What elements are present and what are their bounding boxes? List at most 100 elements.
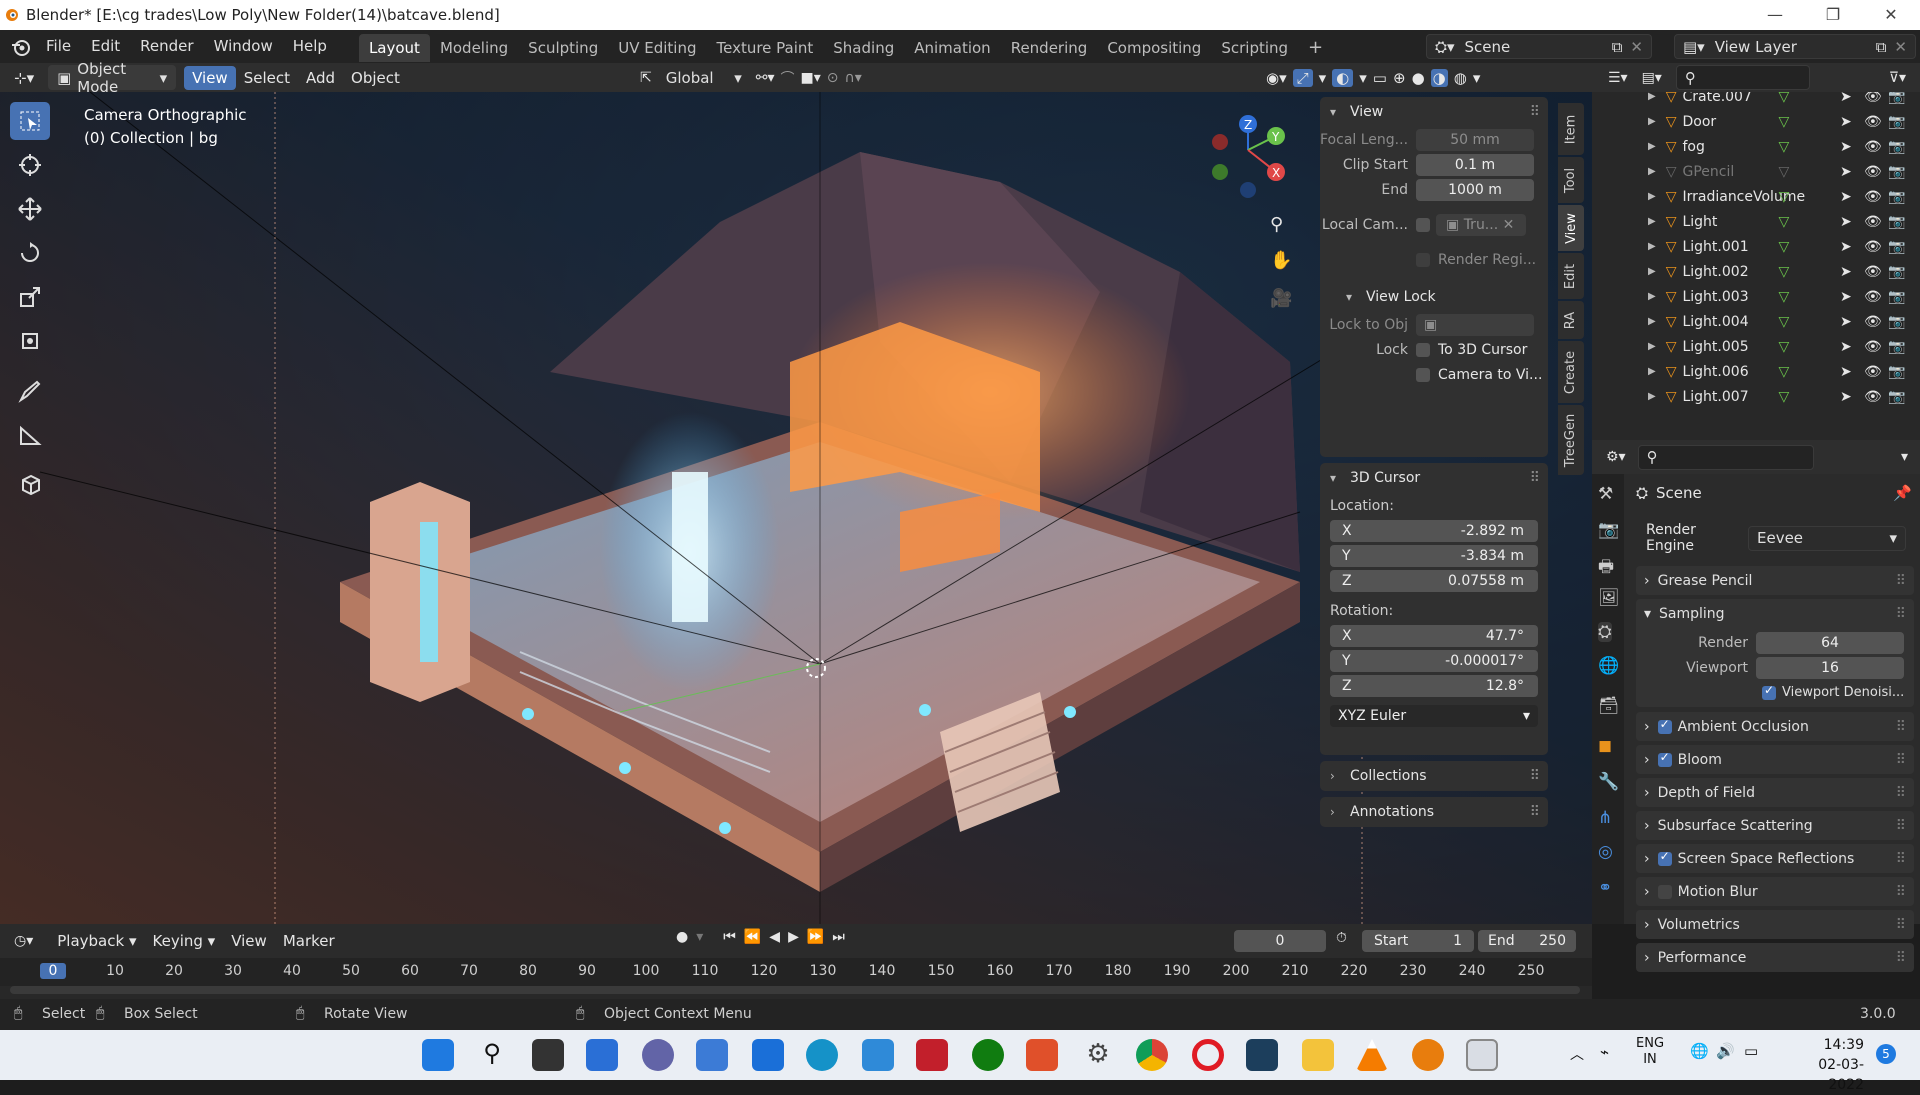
local-camera-checkbox[interactable] [1416,217,1430,232]
render-camera-icon[interactable]: 📷 [1888,339,1905,355]
maximize-button[interactable]: ❐ [1804,0,1862,30]
falloff-icon[interactable]: ∩▾ [845,70,862,86]
jump-key-forward-icon[interactable]: ⏩ [807,929,824,945]
play-reverse-icon[interactable]: ◀ [769,929,780,945]
render-camera-icon[interactable]: 📷 [1888,314,1905,330]
language-indicator[interactable]: ENG IN [1636,1036,1664,1068]
render-camera-icon[interactable]: 📷 [1888,389,1905,405]
expand-icon[interactable]: ▶ [1648,291,1656,302]
outliner-row[interactable]: ▶ ▽ Light.005 ▽ ➤ 👁 📷 [1592,334,1920,359]
outliner-row[interactable]: ▶ ▽ Light ▽ ➤ 👁 📷 [1592,209,1920,234]
section-checkbox[interactable] [1657,717,1672,734]
selectable-icon[interactable]: ➤ [1840,189,1852,205]
frame-ruler[interactable]: 0 10 20 30 40 50 60 70 80 90 100 110 120 130 140 150 160… [0,958,1592,986]
snap-icon[interactable]: ⌒ [781,68,795,88]
timeline-scrollbar[interactable] [10,986,1580,994]
transform-orientation-dropdown[interactable]: Global ▾ [657,65,750,90]
shading-options-icon[interactable]: ▾ [1473,69,1481,87]
render-camera-icon[interactable]: 📷 [1888,364,1905,380]
render-camera-icon[interactable]: 📷 [1888,214,1905,230]
expand-icon[interactable]: ▶ [1648,241,1656,252]
selectable-icon[interactable]: ➤ [1840,92,1852,105]
annotations-panel[interactable]: › Annotations ⠿ [1320,797,1548,827]
selectable-icon[interactable]: ➤ [1840,214,1852,230]
tab-treegen[interactable]: TreeGen [1558,405,1584,475]
menu-edit[interactable]: Edit [81,30,130,63]
filter-icon[interactable]: ⊽▾ [1889,70,1906,86]
render-camera-icon[interactable]: 📷 [1888,139,1905,155]
chrome-icon[interactable] [1136,1039,1168,1071]
measure-tool[interactable] [10,416,50,454]
visibility-eye-icon[interactable]: 👁 [1864,289,1882,305]
lock-3d-cursor-checkbox[interactable] [1416,342,1430,357]
menu-file[interactable]: File [36,30,81,63]
expand-icon[interactable]: ▶ [1648,141,1656,152]
lock-object-field[interactable]: ▣ [1416,313,1534,336]
outliner-row[interactable]: ▶ ▽ Crate.007 ▽ ➤ 👁 📷 [1592,92,1920,109]
teams-chat-icon[interactable] [642,1039,674,1071]
constraints-tab-icon[interactable]: ⚭ [1598,878,1612,898]
xray-icon[interactable]: ▭ [1373,69,1387,87]
mcafee-icon[interactable] [916,1039,948,1071]
visibility-eye-icon[interactable]: 👁 [1864,214,1882,230]
select-box-tool[interactable] [10,102,50,140]
pin-icon[interactable]: 📌 [1893,484,1912,502]
visibility-eye-icon[interactable]: 👁 [1864,364,1882,380]
property-section[interactable]: ›Ambient Occlusion⠿ [1636,712,1914,741]
tab-ra[interactable]: RA [1558,301,1584,339]
pivot-icon[interactable]: ⚯▾ [756,70,775,86]
learning-app-icon[interactable] [862,1039,894,1071]
record-keyframe-icon[interactable]: ● [676,929,688,945]
tab-tool[interactable]: Tool [1558,157,1584,203]
selectable-icon[interactable]: ➤ [1840,314,1852,330]
network-icon[interactable]: ⌁ [1600,1043,1609,1061]
menu-render[interactable]: Render [130,30,203,63]
file-explorer-icon[interactable] [1302,1039,1334,1071]
outliner-row[interactable]: ▶ ▽ Light.007 ▽ ➤ 👁 📷 [1592,384,1920,409]
tab-modeling[interactable]: Modeling [430,34,518,62]
properties-search[interactable]: ⚲ [1637,444,1814,470]
clip-start-field[interactable]: 0.1 m [1416,153,1534,176]
timeline-editor-icon[interactable]: ◷▾ [14,933,33,949]
office-icon[interactable] [1026,1039,1058,1071]
xbox-icon[interactable] [972,1039,1004,1071]
pan-hand-icon[interactable]: ✋ [1270,250,1292,271]
transform-tool[interactable] [10,322,50,360]
expand-icon[interactable]: ▶ [1648,191,1656,202]
remove-scene-icon[interactable]: ✕ [1630,38,1643,56]
rotate-tool[interactable] [10,234,50,272]
cursor-location-y[interactable]: Y -3.834 m [1330,545,1538,567]
start-frame-field[interactable]: Start 1 [1362,930,1474,952]
expand-icon[interactable]: ▶ [1648,92,1656,102]
property-section[interactable]: › Volumetrics ⠿ [1636,910,1914,939]
properties-options-icon[interactable]: ▾ [1901,449,1908,465]
view-menu[interactable]: View [184,65,236,90]
play-icon[interactable]: ▶ [788,929,799,945]
opera-icon[interactable] [1192,1039,1224,1071]
object-tab-icon[interactable]: ◼ [1598,736,1612,756]
expand-icon[interactable]: ▶ [1648,166,1656,177]
selectable-icon[interactable]: ➤ [1840,339,1852,355]
tab-view[interactable]: View [1558,205,1584,251]
section-checkbox[interactable] [1657,750,1672,767]
tab-animation[interactable]: Animation [904,34,1000,62]
modifier-tab-icon[interactable]: 🔧 [1598,772,1619,792]
tool-tab-icon[interactable]: ⚒ [1598,484,1613,504]
outliner-row[interactable]: ▶ ▽ Light.004 ▽ ➤ 👁 📷 [1592,309,1920,334]
vlc-icon[interactable] [1356,1039,1388,1071]
expand-icon[interactable]: ▶ [1648,366,1656,377]
download-app-icon[interactable] [1246,1039,1278,1071]
jump-end-icon[interactable]: ⏭ [832,929,845,945]
cursor-tool[interactable] [10,146,50,184]
object-menu[interactable]: Object [343,66,408,90]
proportional-edit-icon[interactable]: ⊙ [827,70,839,86]
search-icon[interactable]: ⚲ [476,1039,508,1071]
current-frame-field[interactable]: 0 [1234,930,1326,952]
rendered-shading-icon[interactable]: ◍ [1454,69,1467,87]
selectable-icon[interactable]: ➤ [1840,139,1852,155]
new-scene-icon[interactable]: ⧉ [1612,38,1623,56]
menu-window[interactable]: Window [204,30,283,63]
viewport-denoise-checkbox[interactable] [1762,683,1776,700]
outliner-editor-icon[interactable]: ☰▾ [1608,70,1628,86]
selectable-icon[interactable]: ➤ [1840,114,1852,130]
